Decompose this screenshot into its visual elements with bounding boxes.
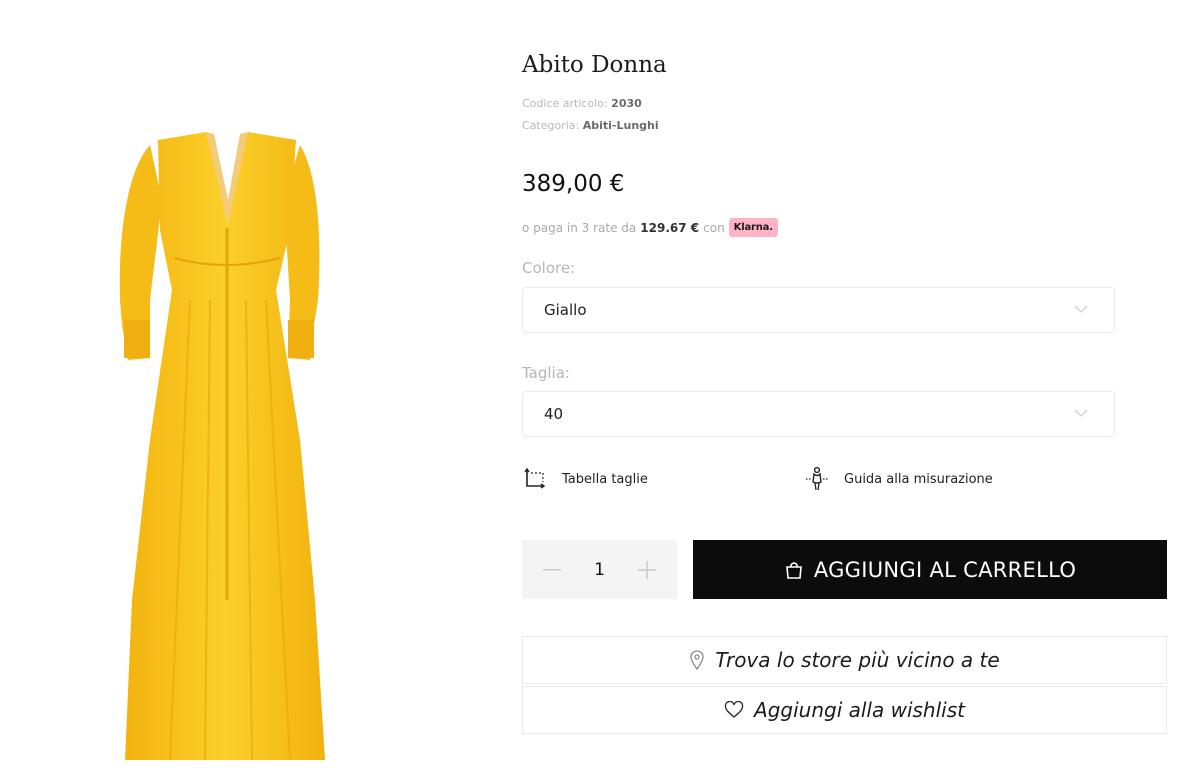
location-pin-icon: [690, 650, 704, 670]
plus-icon: [637, 560, 656, 579]
increase-quantity-button[interactable]: [635, 558, 659, 582]
product-code-label: Codice articolo:: [522, 97, 608, 110]
product-info: Abito Donna Codice articolo: 2030 Catego…: [522, 0, 1168, 769]
quantity-stepper: 1: [522, 540, 677, 599]
measure-guide-icon: [806, 466, 828, 491]
chevron-down-icon: [1074, 305, 1088, 313]
chevron-down-icon: [1074, 409, 1088, 417]
size-table-label: Tabella taglie: [562, 471, 648, 487]
product-code: Codice articolo: 2030: [522, 97, 642, 110]
size-table-icon: [524, 467, 546, 489]
wishlist-label: Aggiungi alla wishlist: [754, 698, 965, 722]
size-select[interactable]: 40: [522, 391, 1115, 437]
product-category: Categoria: Abiti-Lunghi: [522, 119, 659, 132]
find-store-label: Trova lo store più vicino a te: [715, 648, 1000, 672]
klarna-badge[interactable]: Klarna.: [728, 218, 778, 237]
product-price: 389,00 €: [522, 171, 625, 197]
installments-suffix: con: [703, 220, 725, 235]
installments-info: o paga in 3 rate da 129.67 € con Klarna.: [522, 218, 778, 237]
color-label: Colore:: [522, 259, 576, 277]
add-to-cart-button[interactable]: AGGIUNGI AL CARRELLO: [693, 540, 1167, 599]
color-select[interactable]: Giallo: [522, 287, 1115, 333]
measure-guide-label: Guida alla misurazione: [844, 471, 993, 487]
add-to-wishlist-button[interactable]: Aggiungi alla wishlist: [522, 686, 1167, 734]
installments-prefix: o paga in 3 rate da: [522, 220, 637, 235]
add-to-cart-label: AGGIUNGI AL CARRELLO: [813, 557, 1077, 582]
installments-amount: 129.67 €: [640, 220, 700, 235]
product-category-link[interactable]: Abiti-Lunghi: [583, 119, 659, 132]
size-select-value: 40: [544, 405, 564, 423]
color-select-value: Giallo: [544, 301, 587, 319]
product-title: Abito Donna: [522, 52, 667, 78]
measure-guide-link[interactable]: Guida alla misurazione: [804, 466, 993, 492]
product-category-label: Categoria:: [522, 119, 580, 132]
product-code-value: 2030: [611, 97, 642, 110]
dress-illustration: [119, 132, 325, 761]
find-store-button[interactable]: Trova lo store più vicino a te: [522, 636, 1167, 684]
shopping-bag-icon: [785, 561, 802, 579]
decrease-quantity-button[interactable]: [540, 558, 564, 582]
quantity-value[interactable]: 1: [594, 560, 605, 580]
size-label: Taglia:: [522, 364, 570, 382]
heart-icon: [724, 701, 744, 718]
size-table-link[interactable]: Tabella taglie: [522, 466, 648, 492]
minus-icon: [543, 568, 561, 570]
product-image[interactable]: [0, 0, 470, 769]
